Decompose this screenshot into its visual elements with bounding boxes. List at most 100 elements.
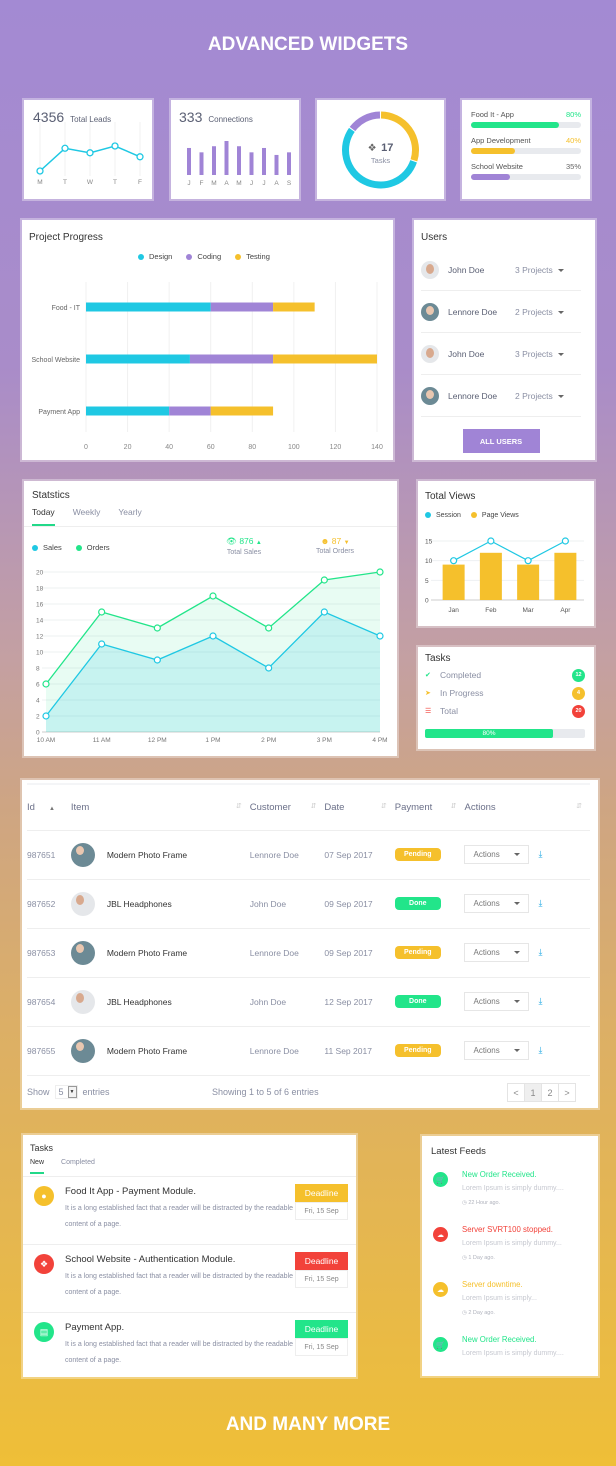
total-views-chart: 0 5 10 15 Jan Feb Mar Apr [425,537,584,614]
payment-status-badge: Done [394,897,441,910]
category-label: School Website [31,357,80,364]
project-bar-item: Food It - App 80% [471,110,581,128]
user-projects-dropdown[interactable]: 2 Projects [515,391,564,401]
next-page-button[interactable]: > [558,1083,576,1102]
day-label: F [138,179,142,186]
task-title: Food It App - Payment Module. [65,1186,196,1197]
column-header-actions[interactable]: Actions ⇵ [464,785,590,831]
download-icon[interactable]: ⤓ [538,849,542,860]
feed-title: Server downtime. [462,1280,523,1289]
x-tick-label: 120 [330,444,342,451]
page-button[interactable]: 1 [524,1083,542,1102]
task-item: ❖ School Website - Authentication Module… [23,1245,356,1313]
user-row[interactable]: Lennore Doe 2 Projects [421,291,581,333]
download-icon[interactable]: ⤓ [538,1045,542,1056]
y-tick-label: 8 [36,666,40,673]
task-item: ● Food It App - Payment Module. It is a … [23,1177,356,1245]
order-date: 12 Sep 2017 [324,977,395,1027]
user-projects-dropdown[interactable]: 2 Projects [515,307,564,317]
feed-item[interactable]: ☁ Server SVRT100 stopped. Lorem Ipsum is… [422,1218,598,1273]
point-sales [98,640,106,648]
column-header-id[interactable]: Id ▲ [27,785,71,831]
bar-coding [189,354,274,364]
table-row: 987653 Modern Photo Frame Lennore Doe 09… [27,928,590,978]
tab-new[interactable]: New [30,1159,45,1174]
x-tick-label: 1 PM [205,737,220,744]
feed-item[interactable]: ☁ Server downtime. Lorem Ipsum is simply… [422,1273,598,1328]
task-summary-label: Total [440,706,458,716]
user-row[interactable]: John Doe 3 Projects [421,333,581,375]
category-label: Food - IT [52,305,81,312]
tab-completed[interactable]: Completed [61,1159,95,1174]
user-row[interactable]: John Doe 3 Projects [421,249,581,291]
x-tick-label: 80 [248,444,256,451]
actions-dropdown[interactable]: Actions [464,943,530,962]
statistics-card: Statstics Today Weekly Yearly Sales Orders… [24,481,397,756]
leads-point [136,153,144,161]
task-title: Payment App. [65,1322,125,1333]
actions-dropdown[interactable]: Actions [464,992,530,1011]
x-tick-label: 100 [288,444,300,451]
task-deadline: Deadline Fri, 15 Sep [295,1252,348,1288]
donut-segment-purple [349,111,381,132]
order-date: 09 Sep 2017 [324,928,395,978]
column-header-payment[interactable]: Payment ⇵ [394,785,465,831]
download-icon[interactable]: ⤓ [538,947,542,958]
item-name: JBL Headphones [106,898,172,909]
day-label: T [113,179,117,186]
y-tick-label: 4 [36,698,40,705]
all-users-button[interactable]: ALL USERS [462,429,540,453]
feed-description: Lorem Ipsum is simply dummy.... [462,1350,564,1357]
feed-item[interactable]: 🛒 New Order Received. Lorem Ipsum is sim… [422,1163,598,1218]
task-item: ▤ Payment App. It is a long established … [23,1313,356,1381]
task-title: School Website - Authentication Module. [65,1254,236,1265]
item-avatar [70,1038,95,1063]
prev-page-button[interactable]: < [507,1083,525,1102]
leads-point [36,167,44,175]
page-heading-bottom: AND MANY MORE [225,1414,391,1435]
month-label: M [236,180,241,187]
x-tick-label: 60 [207,444,215,451]
y-tick-label: 12 [36,634,44,641]
task-summary-label: In Progress [440,688,484,698]
download-icon[interactable]: ⤓ [538,898,542,909]
sort-icon: ⇵ [235,802,242,810]
month-label: M [211,180,216,187]
page-button[interactable]: 2 [541,1083,559,1102]
task-summary-row: ☰ Total 20 [425,702,585,720]
project-bar-name: School Website [471,162,523,171]
feed-title: New Order Received. [462,1335,537,1344]
x-tick-label: Apr [560,607,571,614]
point-sales [153,656,161,664]
caret-down-icon [514,1049,521,1052]
project-bar-item: School Website 35% [471,162,581,180]
actions-dropdown[interactable]: Actions [464,1041,530,1060]
user-name: Lennore Doe [448,390,498,401]
connections-bar-chart: JFMAMJJAS [187,141,292,187]
download-icon[interactable]: ⤓ [538,996,542,1007]
cart-icon: 🛒 [433,1172,448,1187]
y-tick-label: 10 [36,650,44,657]
column-header-item[interactable]: Item ⇵ [70,785,250,831]
column-header-customer[interactable]: Customer ⇵ [249,785,325,831]
item-name: JBL Headphones [106,996,172,1007]
day-label: W [87,179,94,186]
actions-dropdown[interactable]: Actions [464,845,530,864]
point-sales [320,608,328,616]
column-header-date[interactable]: Date ⇵ [324,785,395,831]
feed-item[interactable]: 🛒 New Order Received. Lorem Ipsum is sim… [422,1328,598,1383]
x-tick-label: 12 PM [148,737,167,744]
user-row[interactable]: Lennore Doe 2 Projects [421,375,581,417]
sort-icon: ⇵ [576,802,582,810]
point-orders [320,576,328,584]
page-heading-top: ADVANCED WIDGETS [207,34,409,55]
user-projects-dropdown[interactable]: 3 Projects [515,349,564,359]
actions-dropdown[interactable]: Actions [464,894,530,913]
user-projects-dropdown[interactable]: 3 Projects [515,265,564,275]
page-size-select[interactable]: 5 ▼ [54,1085,78,1099]
payment-status-badge: Pending [394,848,441,861]
session-point [524,557,532,565]
point-orders [209,592,217,600]
caret-down-icon [514,1000,521,1003]
day-label: M [37,179,42,186]
